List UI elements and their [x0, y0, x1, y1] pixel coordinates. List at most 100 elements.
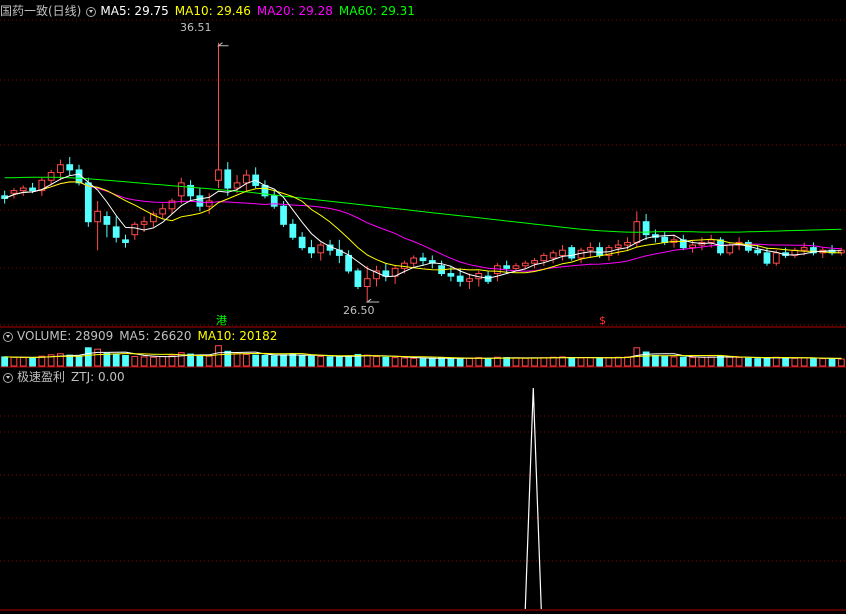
candle-body [484, 275, 492, 282]
volume-bar [401, 357, 408, 367]
dollar-marker: $ [599, 314, 606, 327]
volume-bar [345, 355, 353, 367]
candle-body [177, 182, 185, 197]
volume-bar [475, 357, 483, 367]
candlesticks [1, 42, 845, 303]
candle-body [726, 244, 734, 254]
volume-bar [233, 353, 241, 367]
hk-marker: 港 [216, 314, 227, 327]
candle-body [354, 270, 362, 288]
volume-bar [103, 352, 111, 367]
candle-body [122, 239, 129, 243]
volume-bar [679, 356, 687, 367]
volume-bar [317, 356, 325, 367]
volume-bar [614, 356, 622, 367]
volume-bar [1, 356, 9, 367]
volume-bar [652, 355, 659, 367]
candle-body [410, 257, 418, 264]
volume-bar [326, 356, 334, 367]
candle-body [447, 273, 455, 277]
volume-bar [224, 350, 232, 367]
candle-body [642, 221, 650, 236]
candle-body [10, 190, 18, 194]
volume-bar [419, 358, 427, 367]
volume-bar [735, 357, 743, 367]
candle-body [363, 278, 371, 287]
candle-body [559, 249, 566, 256]
volume-bar [791, 357, 799, 367]
candle-body [317, 244, 325, 254]
volume-bar [391, 357, 399, 367]
volume-bar [75, 355, 83, 367]
candle-body [47, 172, 55, 181]
candle-body [233, 182, 241, 189]
candle-body [717, 239, 724, 254]
volume-bar [140, 356, 148, 367]
candle-body [66, 164, 74, 171]
candle-body [800, 247, 808, 251]
low-arrow [365, 298, 380, 303]
volume-bar [754, 358, 762, 367]
candle-body [531, 260, 538, 264]
volume-bar [707, 356, 715, 367]
volume-bar [131, 356, 139, 367]
volume-bar [215, 345, 222, 367]
candle-body [540, 254, 548, 262]
candle-body [521, 262, 529, 267]
volume-bars [1, 345, 845, 367]
high-annotation: 36.51 [180, 21, 212, 34]
volume-bar [447, 357, 455, 367]
volume-bar [540, 357, 548, 367]
stock-chart[interactable]: 36.51 26.50 港 $ [0, 0, 846, 614]
candle-body [280, 205, 287, 225]
volume-bar [363, 354, 371, 367]
candle-body [754, 249, 762, 254]
volume-bar [335, 356, 343, 367]
candle-body [215, 169, 222, 181]
volume-bar [84, 347, 92, 367]
candle-body [503, 265, 511, 269]
volume-bar [745, 357, 752, 367]
candle-body [456, 275, 464, 282]
volume-bar [298, 355, 306, 367]
volume-bar [66, 354, 74, 367]
candle-body [586, 247, 594, 251]
candle-body [57, 164, 64, 174]
candle-body [689, 244, 696, 249]
volume-bar [772, 356, 780, 367]
volume-bar [819, 358, 827, 367]
volume-bar [689, 357, 696, 367]
candle-body [345, 254, 353, 272]
candle-body [707, 239, 715, 243]
volume-bar [466, 357, 473, 367]
high-arrow [216, 42, 229, 47]
candle-body [205, 200, 213, 207]
volume-bar [717, 355, 724, 367]
candle-body [401, 262, 408, 269]
candle-body [94, 210, 101, 223]
volume-bar [10, 356, 18, 367]
volume-bar [568, 357, 576, 367]
volume-bar [531, 357, 538, 367]
volume-bar [252, 354, 260, 367]
volume-bar [800, 357, 808, 367]
volume-bar [763, 357, 771, 367]
volume-bar [438, 357, 445, 367]
volume-bar [661, 356, 669, 367]
volume-bar [586, 357, 594, 367]
volume-bar [94, 348, 101, 367]
ztj-spike [524, 387, 542, 610]
volume-bar [559, 356, 566, 367]
candle-body [29, 187, 36, 192]
volume-bar [428, 357, 436, 367]
candle-body [159, 208, 167, 215]
candle-body [103, 216, 111, 225]
candle-body [19, 187, 27, 192]
volume-bar [242, 353, 250, 367]
candle-body [419, 257, 427, 262]
volume-bar [168, 355, 176, 367]
candle-body [568, 247, 576, 259]
candle-body [196, 195, 204, 207]
volume-bar [605, 357, 613, 367]
candle-body [614, 244, 622, 249]
